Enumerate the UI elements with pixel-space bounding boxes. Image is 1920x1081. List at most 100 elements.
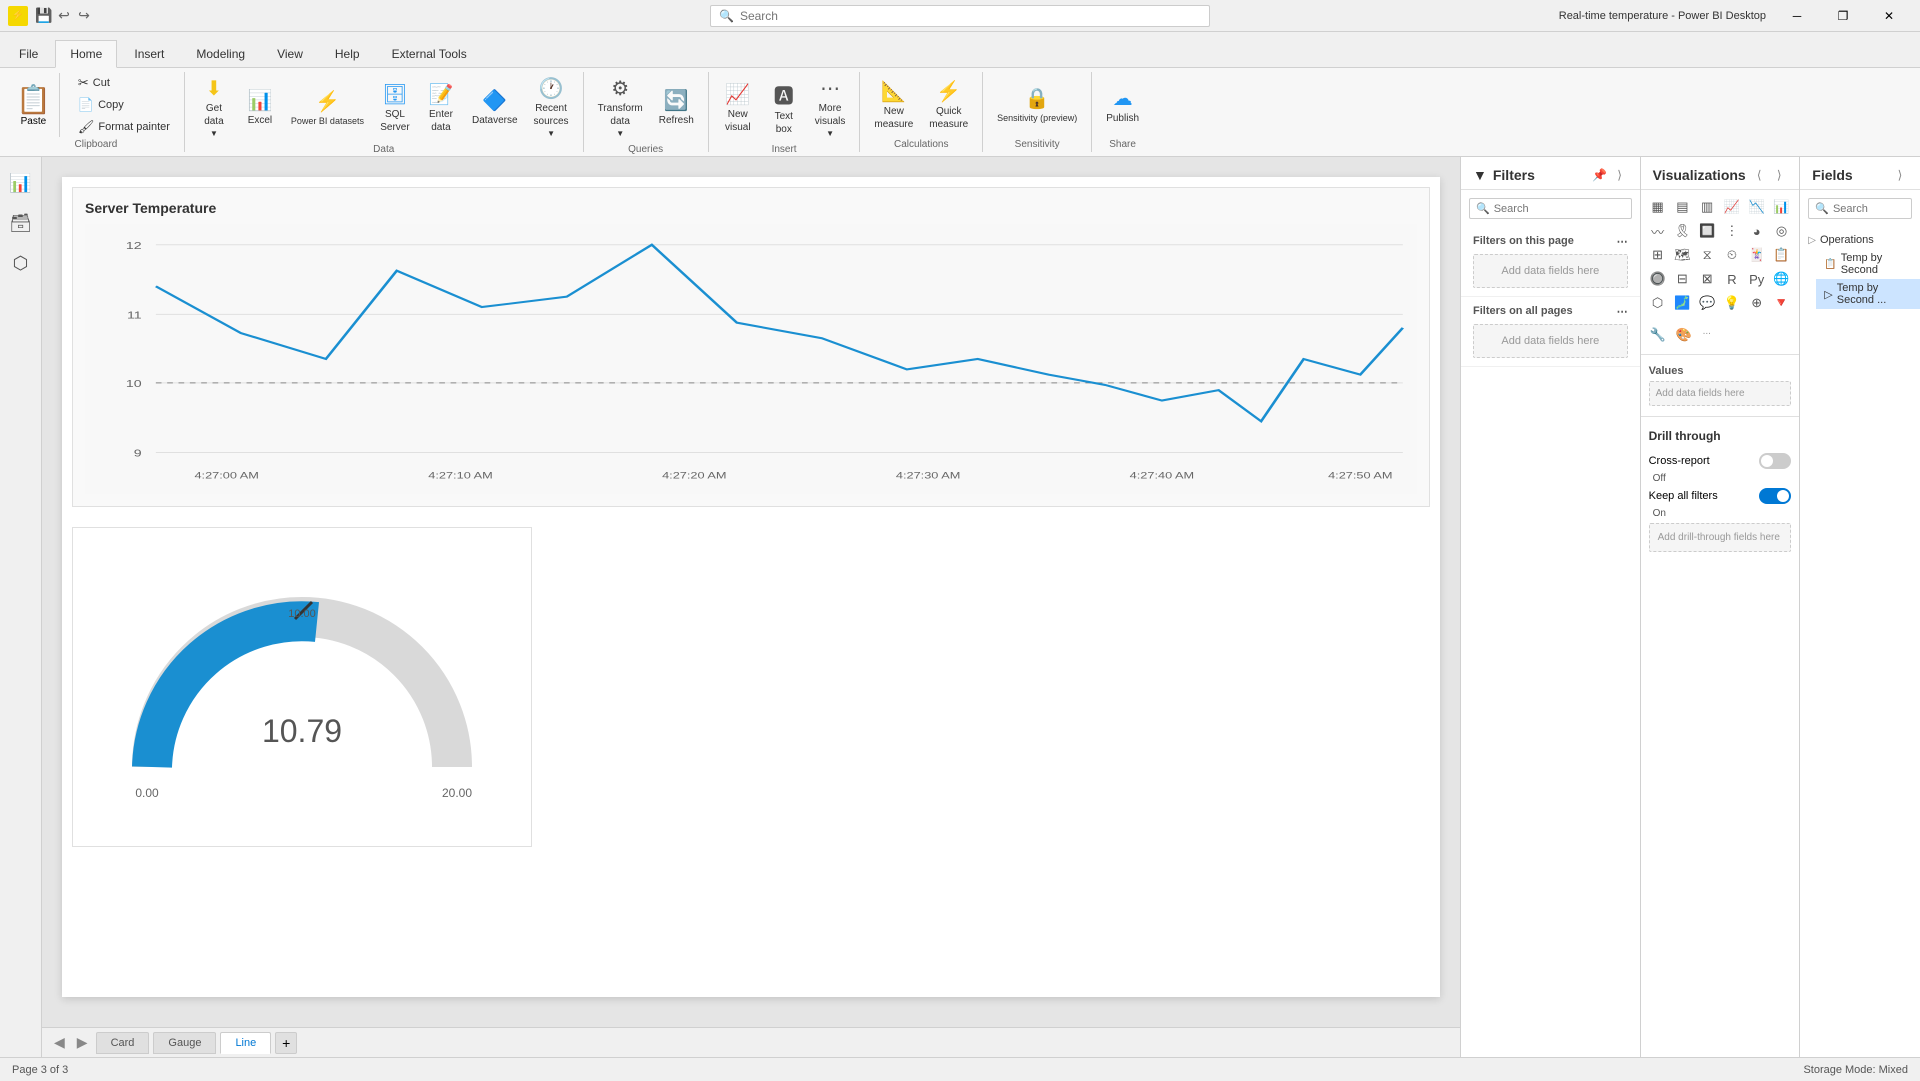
publish-button[interactable]: ☁ Publish xyxy=(1100,82,1145,128)
close-button[interactable]: ✕ xyxy=(1866,0,1912,32)
viz-python[interactable]: Py xyxy=(1746,268,1768,290)
viz-decomp[interactable]: 🔻 xyxy=(1770,292,1792,314)
viz-custom[interactable]: ⊕ xyxy=(1746,292,1768,314)
svg-text:10.00: 10.00 xyxy=(288,608,316,620)
viz-qa[interactable]: 💬 xyxy=(1696,292,1718,314)
viz-treemap[interactable]: ⊞ xyxy=(1647,244,1669,266)
viz-clustered-bar[interactable]: ▤ xyxy=(1671,196,1693,218)
viz-line[interactable]: 📈 xyxy=(1721,196,1743,218)
fields-temp-by-second-expanded[interactable]: ▷ Temp by Second ... xyxy=(1816,279,1920,309)
sensitivity-button[interactable]: 🔒 Sensitivity (preview) xyxy=(991,82,1083,127)
viz-funnel[interactable]: ⧖ xyxy=(1696,244,1718,266)
values-drop[interactable]: Add data fields here xyxy=(1649,381,1792,406)
cross-report-toggle[interactable] xyxy=(1759,453,1791,469)
tab-modeling[interactable]: Modeling xyxy=(181,40,260,67)
viz-ribbon[interactable]: 🎗 xyxy=(1671,220,1693,242)
page-tab-gauge[interactable]: Gauge xyxy=(153,1032,216,1054)
format-painter-button[interactable]: 🖌 Format painter xyxy=(72,117,176,137)
minimize-button[interactable]: ─ xyxy=(1774,0,1820,32)
viz-smart[interactable]: 💡 xyxy=(1721,292,1743,314)
filters-on-all-pages-drop[interactable]: Add data fields here xyxy=(1473,324,1628,358)
cut-button[interactable]: ✂ Cut xyxy=(72,73,176,93)
paste-btn[interactable]: 📋 Paste xyxy=(16,73,60,137)
model-view-icon[interactable]: ⬡ xyxy=(3,245,39,281)
tab-home[interactable]: Home xyxy=(55,40,117,68)
viz-donut[interactable]: ◎ xyxy=(1770,220,1792,242)
get-data-button[interactable]: ⬇ Getdata ▼ xyxy=(193,72,235,142)
gauge-container[interactable]: 10.79 0.00 20.00 10.00 xyxy=(72,527,532,847)
sql-server-button[interactable]: 🗄 SQLServer xyxy=(374,78,416,137)
fields-expand-icon[interactable]: ⟩ xyxy=(1892,167,1908,183)
filters-on-this-page-more[interactable]: ⋯ xyxy=(1617,235,1628,248)
viz-bing-map[interactable]: 🌐 xyxy=(1770,268,1792,290)
dataverse-button[interactable]: 🔷 Dataverse xyxy=(466,84,524,130)
quick-measure-button[interactable]: ⚡ Quickmeasure xyxy=(923,75,974,134)
viz-expand-left-icon[interactable]: ⟨ xyxy=(1751,167,1767,183)
page-tab-line[interactable]: Line xyxy=(220,1032,271,1054)
fields-tree-operations[interactable]: ▷ Operations xyxy=(1800,231,1920,249)
report-view-icon[interactable]: 📊 xyxy=(3,165,39,201)
redo-icon[interactable]: ↪ xyxy=(76,8,92,24)
tab-insert[interactable]: Insert xyxy=(119,40,179,67)
powerbi-datasets-button[interactable]: ⚡ Power BI datasets xyxy=(285,85,370,130)
viz-card[interactable]: 🃏 xyxy=(1746,244,1768,266)
tab-view[interactable]: View xyxy=(262,40,318,67)
viz-map[interactable]: 🗺 xyxy=(1671,244,1693,266)
fields-search-input[interactable] xyxy=(1833,203,1905,215)
text-box-button[interactable]: 🅰 Textbox xyxy=(763,76,805,139)
tab-external-tools[interactable]: External Tools xyxy=(377,40,482,67)
filters-on-all-pages-more[interactable]: ⋯ xyxy=(1617,305,1628,318)
copy-button[interactable]: 📄 Copy xyxy=(72,95,176,115)
tab-help[interactable]: Help xyxy=(320,40,375,67)
new-measure-button[interactable]: 📐 Newmeasure xyxy=(868,75,919,134)
viz-slicer[interactable]: 🔘 xyxy=(1647,268,1669,290)
viz-kpi[interactable]: 📋 xyxy=(1770,244,1792,266)
recent-sources-button[interactable]: 🕐 Recentsources ▼ xyxy=(528,72,575,142)
drill-fields-drop[interactable]: Add drill-through fields here xyxy=(1649,523,1792,552)
page-tab-card[interactable]: Card xyxy=(96,1032,150,1054)
keep-filters-toggle[interactable] xyxy=(1759,488,1791,504)
filters-search[interactable]: 🔍 xyxy=(1469,198,1632,219)
filters-search-input[interactable] xyxy=(1494,203,1625,215)
filters-pin-icon[interactable]: 📌 xyxy=(1592,167,1608,183)
more-visuals-button[interactable]: ⋯ Morevisuals ▼ xyxy=(809,72,852,142)
transform-data-button[interactable]: ⚙ Transformdata ▼ xyxy=(592,72,649,142)
viz-scatter[interactable]: ⋮ xyxy=(1721,220,1743,242)
viz-shape-map[interactable]: ⬡ xyxy=(1647,292,1669,314)
page-tab-next[interactable]: ▶ xyxy=(73,1034,92,1051)
viz-azure-map[interactable]: 🗾 xyxy=(1671,292,1693,314)
excel-button[interactable]: 📊 Excel xyxy=(239,84,281,130)
enter-data-button[interactable]: 📝 Enterdata xyxy=(420,78,462,137)
viz-format-icon[interactable]: 🎨 xyxy=(1673,324,1695,346)
data-view-icon[interactable]: 🗃 xyxy=(3,205,39,241)
viz-stacked-bar[interactable]: ▦ xyxy=(1647,196,1669,218)
filters-on-this-page-drop[interactable]: Add data fields here xyxy=(1473,254,1628,288)
viz-table[interactable]: ⊟ xyxy=(1671,268,1693,290)
fields-temp-by-second[interactable]: 📋 Temp by Second xyxy=(1816,249,1920,279)
page-tab-add[interactable]: + xyxy=(275,1032,297,1054)
viz-line2[interactable]: 〰 xyxy=(1647,220,1669,242)
viz-column[interactable]: 📊 xyxy=(1770,196,1792,218)
viz-waterfall[interactable]: 🔲 xyxy=(1696,220,1718,242)
viz-expand-right-icon[interactable]: ⟩ xyxy=(1771,167,1787,183)
page-tab-prev[interactable]: ◀ xyxy=(50,1034,69,1051)
tab-file[interactable]: File xyxy=(4,40,53,67)
viz-stacked-100[interactable]: ▥ xyxy=(1696,196,1718,218)
fields-search[interactable]: 🔍 xyxy=(1808,198,1912,219)
viz-pie[interactable]: ◕ xyxy=(1746,220,1768,242)
viz-r[interactable]: R xyxy=(1721,268,1743,290)
viz-build-icon[interactable]: 🔧 xyxy=(1647,324,1669,346)
title-search-input[interactable] xyxy=(740,9,1201,23)
filters-expand-icon[interactable]: ⟩ xyxy=(1612,167,1628,183)
undo-icon[interactable]: ↩ xyxy=(56,8,72,24)
restore-button[interactable]: ❐ xyxy=(1820,0,1866,32)
title-search-bar[interactable]: 🔍 xyxy=(710,5,1210,27)
line-chart-container[interactable]: Server Temperature 12 11 10 xyxy=(72,187,1430,507)
viz-area[interactable]: 📉 xyxy=(1746,196,1768,218)
viz-matrix[interactable]: ⊠ xyxy=(1696,268,1718,290)
new-visual-button[interactable]: 📈 Newvisual xyxy=(717,78,759,137)
save-icon[interactable]: 💾 xyxy=(36,8,52,24)
refresh-button[interactable]: 🔄 Refresh xyxy=(653,84,700,130)
viz-gauge[interactable]: ⏲ xyxy=(1721,244,1743,266)
canvas-page[interactable]: Server Temperature 12 11 10 xyxy=(62,177,1440,997)
